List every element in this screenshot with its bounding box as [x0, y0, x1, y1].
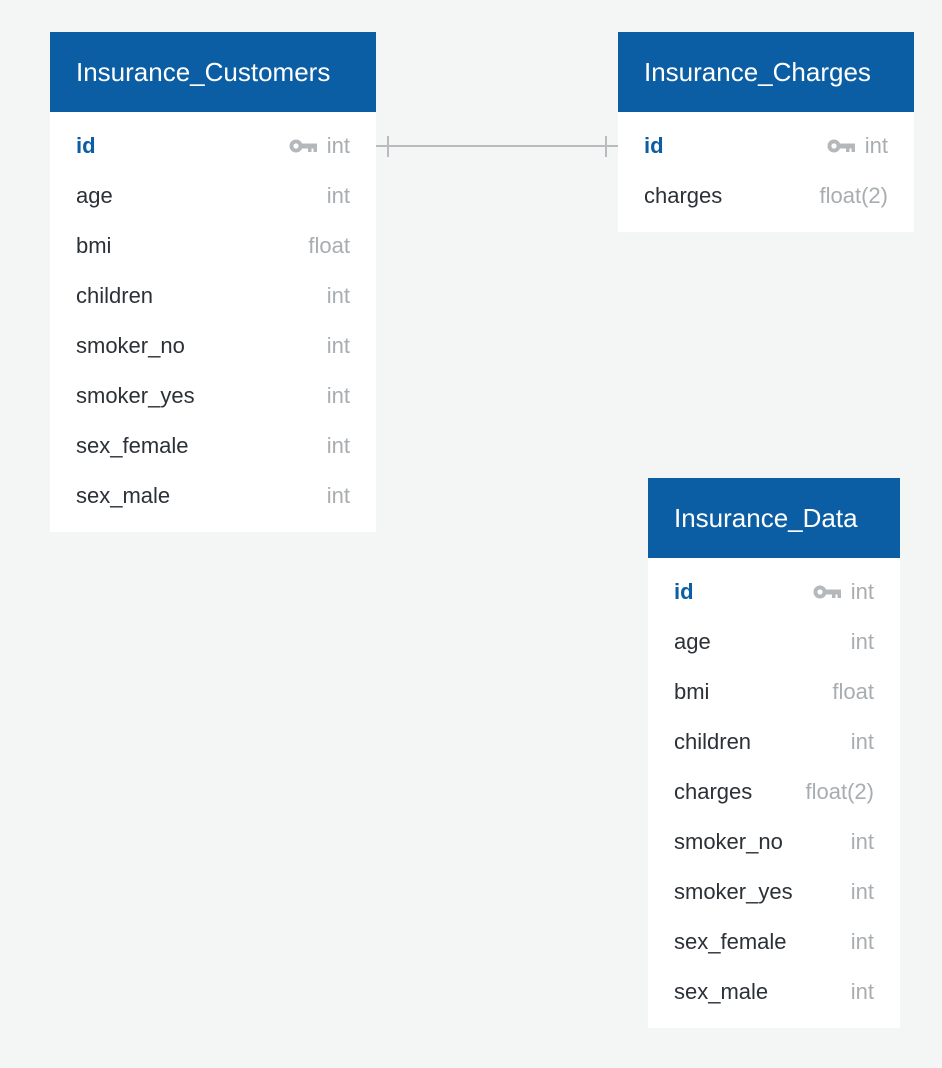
- column-row-sex-female[interactable]: sex_female int: [50, 421, 376, 471]
- column-row-charges[interactable]: charges float(2): [648, 767, 900, 817]
- column-type: float(2): [819, 183, 888, 208]
- column-row-children[interactable]: children int: [50, 271, 376, 321]
- column-name: sex_male: [76, 483, 171, 508]
- column-type-cell: int: [327, 471, 350, 521]
- column-name: smoker_no: [76, 333, 185, 358]
- column-type-cell: float(2): [820, 171, 888, 221]
- column-name: id: [644, 133, 664, 158]
- table-insurance-charges[interactable]: Insurance_Charges id int charges float(2): [618, 32, 914, 232]
- primary-key-icon: [812, 584, 842, 600]
- column-name: bmi: [76, 233, 112, 258]
- column-type-cell: int: [327, 171, 350, 221]
- column-type: int: [850, 829, 874, 854]
- column-row-sex-male[interactable]: sex_male int: [648, 967, 900, 1017]
- column-list: id int age int bmi float children int smoker_no i…: [50, 112, 376, 532]
- column-name: id: [674, 579, 694, 604]
- column-name: sex_male: [674, 979, 769, 1004]
- column-type-cell: int: [851, 917, 874, 967]
- primary-key-icon: [288, 138, 318, 154]
- column-type: int: [326, 383, 350, 408]
- column-row-smoker-no[interactable]: smoker_no int: [50, 321, 376, 371]
- column-type: float: [832, 679, 874, 704]
- column-type: int: [326, 433, 350, 458]
- column-type: int: [850, 929, 874, 954]
- column-type: int: [864, 133, 888, 158]
- column-type: int: [326, 183, 350, 208]
- column-row-id[interactable]: id int: [648, 567, 900, 617]
- column-type-cell: int: [851, 867, 874, 917]
- column-type-cell: float(2): [806, 767, 874, 817]
- column-name: smoker_yes: [674, 879, 793, 904]
- column-list: id int age int bmi float children int charges flo…: [648, 558, 900, 1028]
- column-type-cell: int: [288, 121, 350, 171]
- column-type: int: [850, 579, 874, 604]
- table-insurance-data[interactable]: Insurance_Data id int age int bmi float childr…: [648, 478, 900, 1028]
- column-type-cell: int: [812, 567, 874, 617]
- column-row-id[interactable]: id int: [618, 121, 914, 171]
- column-name: sex_female: [674, 929, 787, 954]
- column-type: int: [850, 629, 874, 654]
- primary-key-icon: [826, 138, 856, 154]
- column-row-smoker-yes[interactable]: smoker_yes int: [648, 867, 900, 917]
- column-name: children: [674, 729, 752, 754]
- column-type: int: [326, 333, 350, 358]
- column-row-smoker-yes[interactable]: smoker_yes int: [50, 371, 376, 421]
- column-name: smoker_no: [674, 829, 783, 854]
- column-name: sex_female: [76, 433, 189, 458]
- column-row-age[interactable]: age int: [50, 171, 376, 221]
- column-type-cell: float: [308, 221, 350, 271]
- column-type: int: [850, 879, 874, 904]
- column-type: int: [326, 283, 350, 308]
- column-type-cell: int: [851, 967, 874, 1017]
- column-type-cell: float: [832, 667, 874, 717]
- column-list: id int charges float(2): [618, 112, 914, 232]
- column-type: int: [850, 729, 874, 754]
- column-type-cell: int: [327, 371, 350, 421]
- table-title[interactable]: Insurance_Customers: [50, 32, 376, 112]
- column-name: charges: [644, 183, 723, 208]
- column-type-cell: int: [826, 121, 888, 171]
- column-name: smoker_yes: [76, 383, 195, 408]
- column-row-charges[interactable]: charges float(2): [618, 171, 914, 221]
- column-row-smoker-no[interactable]: smoker_no int: [648, 817, 900, 867]
- column-name: age: [76, 183, 113, 208]
- column-row-age[interactable]: age int: [648, 617, 900, 667]
- column-type: int: [326, 483, 350, 508]
- column-type-cell: int: [327, 421, 350, 471]
- column-row-bmi[interactable]: bmi float: [50, 221, 376, 271]
- column-name: bmi: [674, 679, 710, 704]
- column-type: float: [308, 233, 350, 258]
- column-name: children: [76, 283, 154, 308]
- column-type-cell: int: [851, 817, 874, 867]
- column-name: age: [674, 629, 711, 654]
- column-row-id[interactable]: id int: [50, 121, 376, 171]
- column-type: float(2): [805, 779, 874, 804]
- column-type: int: [326, 133, 350, 158]
- column-type-cell: int: [851, 617, 874, 667]
- column-row-bmi[interactable]: bmi float: [648, 667, 900, 717]
- column-name: id: [76, 133, 96, 158]
- column-row-sex-female[interactable]: sex_female int: [648, 917, 900, 967]
- table-insurance-customers[interactable]: Insurance_Customers id int age int bmi float c…: [50, 32, 376, 532]
- column-row-sex-male[interactable]: sex_male int: [50, 471, 376, 521]
- column-type-cell: int: [851, 717, 874, 767]
- column-type-cell: int: [327, 321, 350, 371]
- column-row-children[interactable]: children int: [648, 717, 900, 767]
- column-type-cell: int: [327, 271, 350, 321]
- table-title[interactable]: Insurance_Charges: [618, 32, 914, 112]
- table-title[interactable]: Insurance_Data: [648, 478, 900, 558]
- column-type: int: [850, 979, 874, 1004]
- column-name: charges: [674, 779, 753, 804]
